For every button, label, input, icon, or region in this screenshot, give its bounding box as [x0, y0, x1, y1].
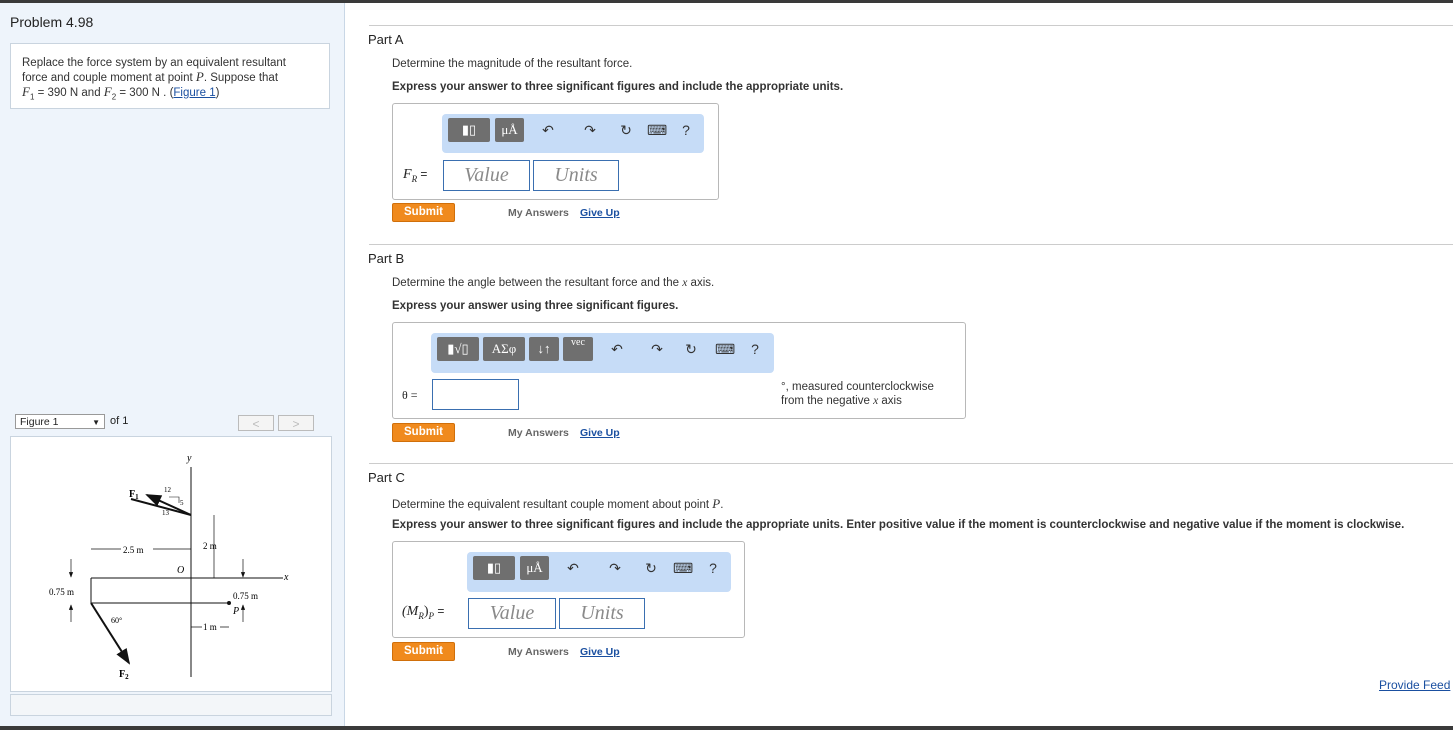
problem-panel: Problem 4.98 Replace the force system by…: [0, 3, 345, 726]
figure-nav-bar: Figure 1 ▼ of 1 < >: [10, 412, 332, 436]
svg-text:60°: 60°: [111, 616, 122, 625]
part-b-title[interactable]: Part B: [368, 251, 404, 266]
keyboard-icon[interactable]: ⌨: [647, 118, 667, 142]
svg-text:0.75 m: 0.75 m: [233, 591, 258, 601]
part-a-give-up[interactable]: Give Up: [580, 207, 620, 219]
help-icon[interactable]: ?: [745, 337, 765, 361]
undo-icon[interactable]: ↶: [607, 337, 627, 361]
figure-count: of 1: [110, 415, 129, 427]
svg-text:O: O: [177, 565, 184, 576]
divider: [369, 463, 1453, 464]
part-b-toolbar: ▮√▯ ΑΣφ ↓↑ vec ↶ ↷ ↻ ⌨ ?: [431, 333, 774, 373]
part-c-units-input[interactable]: Units: [559, 598, 645, 629]
part-c-answer-box: ▮▯ μÅ ↶ ↷ ↻ ⌨ ? (MR)P = Value Units: [392, 541, 745, 638]
undo-icon[interactable]: ↶: [538, 118, 558, 142]
part-a-title[interactable]: Part A: [368, 32, 403, 47]
part-b-value-input[interactable]: [432, 379, 519, 410]
part-c-question: Determine the equivalent resultant coupl…: [392, 496, 724, 511]
part-c-give-up[interactable]: Give Up: [580, 646, 620, 658]
part-c-my-answers[interactable]: My Answers: [508, 646, 569, 658]
part-c-label: (MR)P =: [402, 604, 445, 621]
keyboard-icon[interactable]: ⌨: [673, 556, 693, 580]
part-b-give-up[interactable]: Give Up: [580, 427, 620, 439]
part-b-label: θ =: [402, 388, 418, 402]
figure-panel: y x F1 12 5 13 2.5 m 2 m O 0.75 m F2 60°…: [10, 436, 332, 692]
greek-button[interactable]: ΑΣφ: [483, 337, 525, 361]
part-b-unit-note: °, measured counterclockwise from the ne…: [781, 381, 934, 407]
divider: [369, 244, 1453, 245]
part-a-value-input[interactable]: Value: [443, 160, 530, 191]
redo-icon[interactable]: ↷: [605, 556, 625, 580]
svg-text:0.75 m: 0.75 m: [49, 587, 74, 597]
problem-text-line1: Replace the force system by an equivalen…: [22, 57, 287, 69]
svg-text:P: P: [232, 606, 239, 617]
part-a-submit-button[interactable]: Submit: [392, 203, 455, 222]
figure-link[interactable]: Figure 1: [173, 87, 215, 99]
part-c-submit-button[interactable]: Submit: [392, 642, 455, 661]
f2-label: F2: [119, 669, 129, 681]
figure-footer: [10, 694, 332, 716]
problem-text-line2: force and couple moment at point P. Supp…: [22, 69, 279, 85]
help-icon[interactable]: ?: [703, 556, 723, 580]
svg-text:5: 5: [180, 499, 184, 507]
svg-text:1 m: 1 m: [203, 622, 217, 632]
part-a-my-answers[interactable]: My Answers: [508, 207, 569, 219]
templates-button[interactable]: ▮▯: [448, 118, 490, 142]
prev-figure-button[interactable]: <: [238, 415, 274, 431]
part-c-toolbar: ▮▯ μÅ ↶ ↷ ↻ ⌨ ?: [467, 552, 731, 592]
vec-button[interactable]: vec: [563, 337, 593, 361]
part-a-instruction: Express your answer to three significant…: [392, 81, 844, 93]
x-axis-label: x: [283, 572, 289, 583]
part-c-value-input[interactable]: Value: [468, 598, 556, 629]
reset-icon[interactable]: ↻: [641, 556, 661, 580]
keyboard-icon[interactable]: ⌨: [715, 337, 735, 361]
redo-icon[interactable]: ↷: [580, 118, 600, 142]
arrows-button[interactable]: ↓↑: [529, 337, 559, 361]
redo-icon[interactable]: ↷: [647, 337, 667, 361]
divider: [369, 25, 1453, 26]
problem-text-line3: F1 = 390 N and F2 = 300 N . (Figure 1): [22, 84, 220, 102]
part-b-answer-box: ▮√▯ ΑΣφ ↓↑ vec ↶ ↷ ↻ ⌨ ? θ = °, measured…: [392, 322, 966, 419]
svg-text:2.5 m: 2.5 m: [123, 545, 144, 555]
part-a-toolbar: ▮▯ μÅ ↶ ↷ ↻ ⌨ ?: [442, 114, 704, 153]
templates-button[interactable]: ▮▯: [473, 556, 515, 580]
help-icon[interactable]: ?: [676, 118, 696, 142]
units-button[interactable]: μÅ: [520, 556, 549, 580]
part-a-units-input[interactable]: Units: [533, 160, 619, 191]
part-a-answer-box: ▮▯ μÅ ↶ ↷ ↻ ⌨ ? FR = Value Units: [392, 103, 719, 200]
bottom-bar: [0, 726, 1453, 730]
f1-label: F1: [129, 489, 139, 501]
part-a-label: FR =: [403, 167, 428, 184]
svg-text:13: 13: [162, 509, 170, 517]
problem-title: Problem 4.98: [10, 14, 94, 30]
provide-feedback-link[interactable]: Provide Feed: [1379, 678, 1450, 692]
reset-icon[interactable]: ↻: [681, 337, 701, 361]
part-a-question: Determine the magnitude of the resultant…: [392, 58, 633, 70]
part-b-question: Determine the angle between the resultan…: [392, 277, 715, 289]
part-b-submit-button[interactable]: Submit: [392, 423, 455, 442]
parts-panel: Part A Determine the magnitude of the re…: [345, 3, 1453, 726]
problem-statement: Replace the force system by an equivalen…: [10, 43, 330, 109]
units-button[interactable]: μÅ: [495, 118, 524, 142]
part-b-instruction: Express your answer using three signific…: [392, 300, 679, 312]
next-figure-button[interactable]: >: [278, 415, 314, 431]
part-c-title[interactable]: Part C: [368, 470, 405, 485]
part-c-instruction: Express your answer to three significant…: [392, 519, 1405, 531]
figure-diagram: y x F1 12 5 13 2.5 m 2 m O 0.75 m F2 60°…: [49, 453, 289, 681]
svg-text:12: 12: [164, 486, 172, 494]
chevron-down-icon: ▼: [92, 418, 100, 427]
templates-button[interactable]: ▮√▯: [437, 337, 479, 361]
undo-icon[interactable]: ↶: [563, 556, 583, 580]
part-b-my-answers[interactable]: My Answers: [508, 427, 569, 439]
reset-icon[interactable]: ↻: [616, 118, 636, 142]
svg-text:2 m: 2 m: [203, 541, 217, 551]
y-axis-label: y: [186, 453, 192, 464]
figure-select[interactable]: Figure 1 ▼: [15, 414, 105, 429]
